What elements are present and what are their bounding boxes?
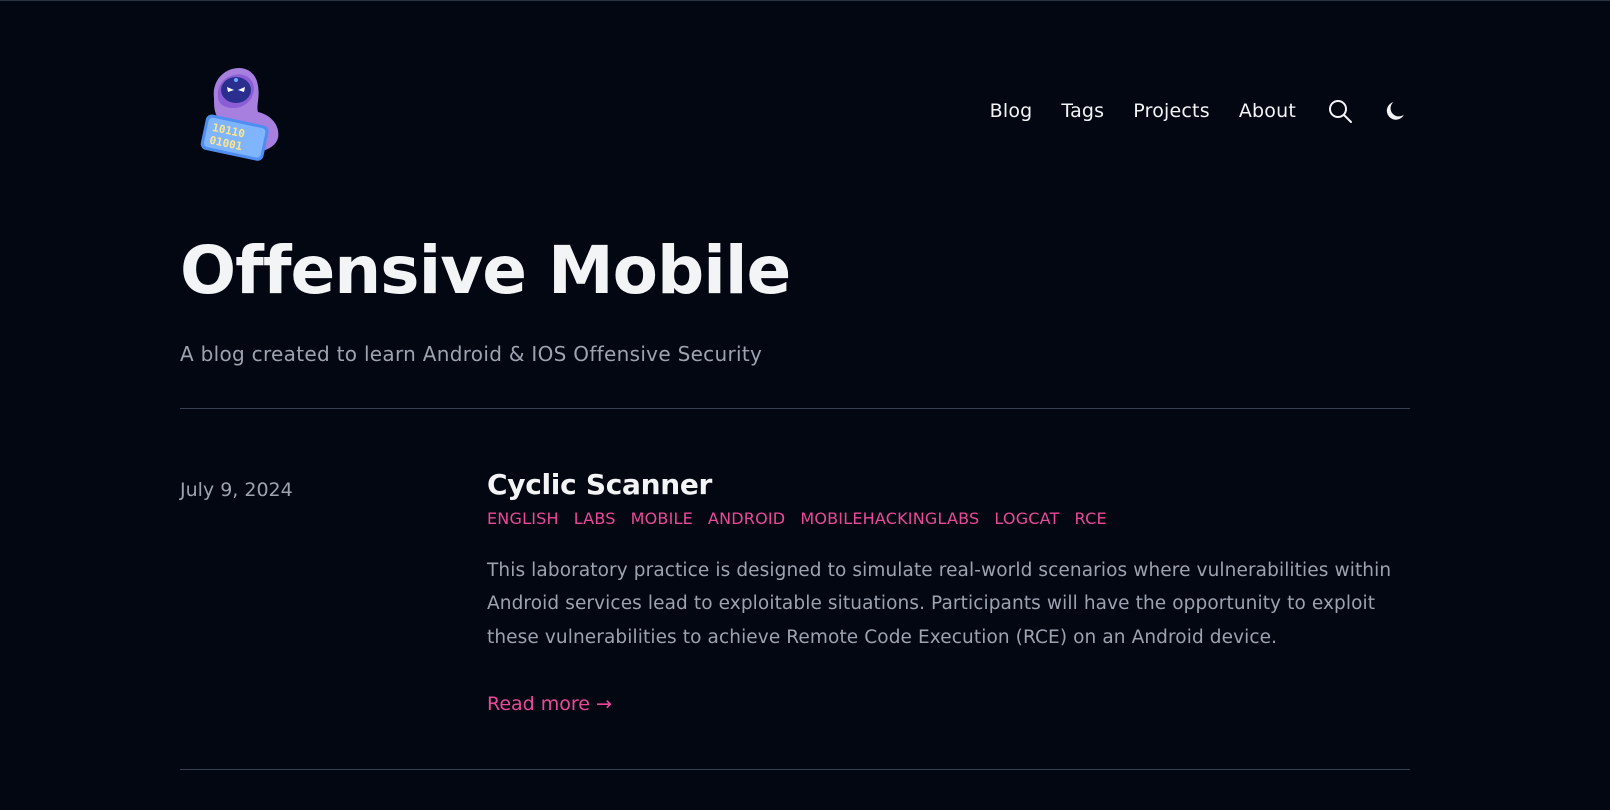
tag-mobile[interactable]: MOBILE bbox=[631, 509, 693, 528]
search-icon bbox=[1329, 100, 1352, 123]
search-button[interactable] bbox=[1326, 97, 1354, 125]
nav-projects-link[interactable]: Projects bbox=[1133, 100, 1210, 122]
nav-about-link[interactable]: About bbox=[1239, 100, 1296, 122]
post-body: Cyclic Scanner ENGLISH LABS MOBILE ANDRO… bbox=[487, 469, 1407, 715]
site-logo[interactable]: 10110 01001 bbox=[196, 56, 286, 166]
top-border bbox=[0, 0, 1610, 1]
tag-rce[interactable]: RCE bbox=[1075, 509, 1107, 528]
page-title: Offensive Mobile bbox=[180, 232, 791, 309]
tag-mobilehackinglabs[interactable]: MOBILEHACKINGLABS bbox=[800, 509, 979, 528]
moon-icon bbox=[1386, 102, 1404, 120]
hooded-hacker-logo: 10110 01001 bbox=[200, 68, 279, 161]
tag-labs[interactable]: LABS bbox=[574, 509, 616, 528]
section-divider bbox=[180, 408, 1410, 409]
tag-logcat[interactable]: LOGCAT bbox=[994, 509, 1059, 528]
main-nav: Blog Tags Projects About bbox=[961, 94, 1410, 128]
post-date: July 9, 2024 bbox=[180, 479, 293, 501]
tag-english[interactable]: ENGLISH bbox=[487, 509, 559, 528]
post-divider bbox=[180, 769, 1410, 770]
theme-toggle-button[interactable] bbox=[1382, 97, 1410, 125]
tag-android[interactable]: ANDROID bbox=[708, 509, 785, 528]
site-header: 10110 01001 Blog Tags Projects About bbox=[180, 56, 1410, 166]
read-more-link[interactable]: Read more → bbox=[487, 693, 612, 715]
nav-tags-link[interactable]: Tags bbox=[1061, 100, 1104, 122]
post-title-link[interactable]: Cyclic Scanner bbox=[487, 469, 1407, 501]
page-subtitle: A blog created to learn Android & IOS Of… bbox=[180, 342, 763, 366]
post-tags: ENGLISH LABS MOBILE ANDROID MOBILEHACKIN… bbox=[487, 509, 1407, 528]
nav-blog-link[interactable]: Blog bbox=[990, 100, 1033, 122]
post-summary: This laboratory practice is designed to … bbox=[487, 559, 1392, 648]
